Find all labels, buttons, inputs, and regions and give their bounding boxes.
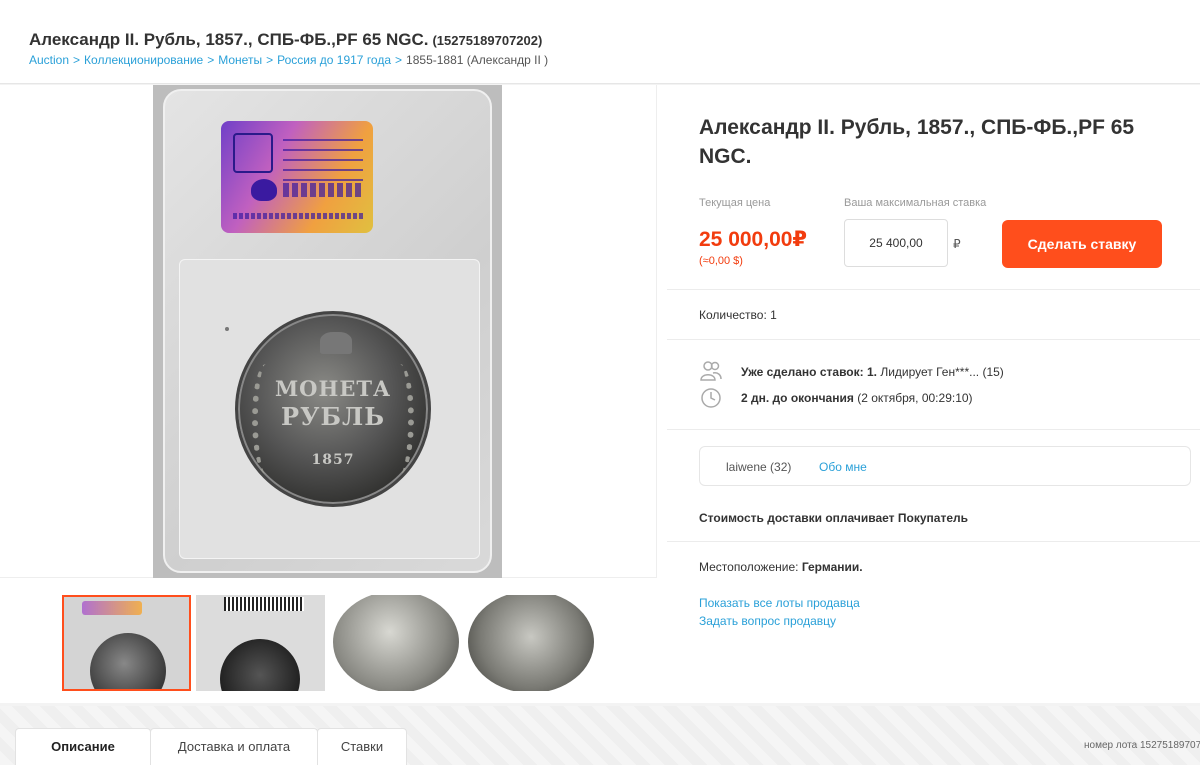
thumb-coin xyxy=(468,595,594,691)
tabs-bar: Описание Доставка и оплата Ставки номер … xyxy=(0,706,1200,765)
crown-icon xyxy=(320,332,352,354)
time-left-date: (2 октября, 00:29:10) xyxy=(857,391,973,405)
thumb-hologram xyxy=(82,601,142,615)
page-header: Александр II. Рубль, 1857., СПБ-ФБ.,PF 6… xyxy=(0,0,1200,84)
quantity: Количество: 1 xyxy=(699,308,777,322)
time-left-label: 2 дн. до окончания xyxy=(741,391,854,405)
price-converted: (≈0,00 $) xyxy=(699,255,743,267)
divider xyxy=(667,289,1200,290)
seller-box: laiwene (32) Обо мне xyxy=(699,446,1191,486)
page-title: Александр II. Рубль, 1857., СПБ-ФБ.,PF 6… xyxy=(29,30,542,50)
seller-name[interactable]: laiwene (32) xyxy=(726,460,791,474)
clock-icon xyxy=(701,388,721,408)
location-label: Местоположение: xyxy=(699,560,799,574)
main-photo[interactable]: МОНЕТА РУБЛЬ 1857 xyxy=(153,85,502,578)
barcode-icon xyxy=(224,597,304,611)
tab-bids[interactable]: Ставки xyxy=(317,728,407,765)
users-icon xyxy=(700,361,722,381)
dove-icon xyxy=(251,179,277,201)
current-price-label: Текущая цена xyxy=(699,197,771,209)
breadcrumb-current: 1855-1881 (Александр II ) xyxy=(406,53,549,67)
shipping-info: Стоимость доставки оплачивает Покупатель xyxy=(699,511,968,525)
breadcrumb-auction[interactable]: Auction xyxy=(29,53,69,67)
ngc-slab: МОНЕТА РУБЛЬ 1857 xyxy=(163,89,492,573)
currency-symbol: ₽ xyxy=(953,237,961,251)
lot-id: (15275189707202) xyxy=(432,33,543,48)
ask-seller-link[interactable]: Задать вопрос продавцу xyxy=(699,614,836,628)
thumb-coin xyxy=(220,639,300,691)
bids-info: Уже сделано ставок: 1. Лидирует Ген***..… xyxy=(741,365,1004,379)
hologram-footer xyxy=(233,213,363,219)
lot-title: Александр II. Рубль, 1857., СПБ-ФБ.,PF 6… xyxy=(699,116,1135,168)
show-all-seller-lots-link[interactable]: Показать все лоты продавца xyxy=(699,596,860,610)
location: Местоположение: Германии. xyxy=(699,560,863,574)
seller-about-link[interactable]: Обо мне xyxy=(819,460,867,474)
hologram-text-lines xyxy=(283,133,363,181)
tab-description[interactable]: Описание xyxy=(15,728,151,765)
scale-icon xyxy=(233,133,273,173)
breadcrumb-separator: > xyxy=(266,53,274,67)
thumbnail-1[interactable] xyxy=(62,595,191,691)
hologram-signature xyxy=(283,183,363,197)
breadcrumb-separator: > xyxy=(207,53,215,67)
divider xyxy=(667,339,1200,340)
thumbnail-4[interactable] xyxy=(466,595,595,691)
breadcrumb: Auction > Коллекционирование > Монеты > Россия… xyxy=(29,53,548,67)
lot-number: номер лота 15275189707202 xyxy=(1084,740,1200,751)
lot-info: Александр II. Рубль, 1857., СПБ-ФБ.,PF 6… xyxy=(667,85,1200,703)
thumb-coin xyxy=(333,595,459,691)
page-title-text: Александр II. Рубль, 1857., СПБ-ФБ.,PF 6… xyxy=(29,30,429,49)
breadcrumb-separator: > xyxy=(395,53,403,67)
divider xyxy=(667,429,1200,430)
coin-image: МОНЕТА РУБЛЬ 1857 xyxy=(235,311,431,507)
coin-text-year: 1857 xyxy=(311,452,355,468)
thumbnail-2[interactable] xyxy=(196,595,325,691)
coin-text-rubl: РУБЛЬ xyxy=(280,402,386,431)
lot-main-panel: МОНЕТА РУБЛЬ 1857 Александр II. Рубль, 1… xyxy=(0,85,1200,703)
breadcrumb-separator: > xyxy=(73,53,81,67)
bids-count: Уже сделано ставок: 1. xyxy=(741,365,877,379)
thumbnail-3[interactable] xyxy=(331,595,460,691)
coin-text-moneta: МОНЕТА xyxy=(274,376,392,401)
current-price: 25 000,00₽ xyxy=(699,228,808,251)
shipping-text: Стоимость доставки оплачивает Покупатель xyxy=(699,511,968,525)
divider xyxy=(667,541,1200,542)
breadcrumb-collecting[interactable]: Коллекционирование xyxy=(84,53,203,67)
slab-speck xyxy=(225,327,229,331)
breadcrumb-russia-before-1917[interactable]: Россия до 1917 года xyxy=(277,53,391,67)
breadcrumb-coins[interactable]: Монеты xyxy=(218,53,262,67)
bids-leader: Лидирует Ген***... (15) xyxy=(880,365,1004,379)
photo-gallery: МОНЕТА РУБЛЬ 1857 xyxy=(0,85,657,578)
max-bid-label: Ваша максимальная ставка xyxy=(844,197,987,209)
location-value: Германии. xyxy=(801,560,863,574)
time-left: 2 дн. до окончания (2 октября, 00:29:10) xyxy=(741,391,973,405)
max-bid-input[interactable] xyxy=(844,219,948,267)
tab-delivery-payment[interactable]: Доставка и оплата xyxy=(150,728,318,765)
thumb-coin xyxy=(90,633,166,689)
place-bid-button[interactable]: Сделать ставку xyxy=(1002,220,1162,268)
ngc-hologram-label xyxy=(221,121,373,233)
